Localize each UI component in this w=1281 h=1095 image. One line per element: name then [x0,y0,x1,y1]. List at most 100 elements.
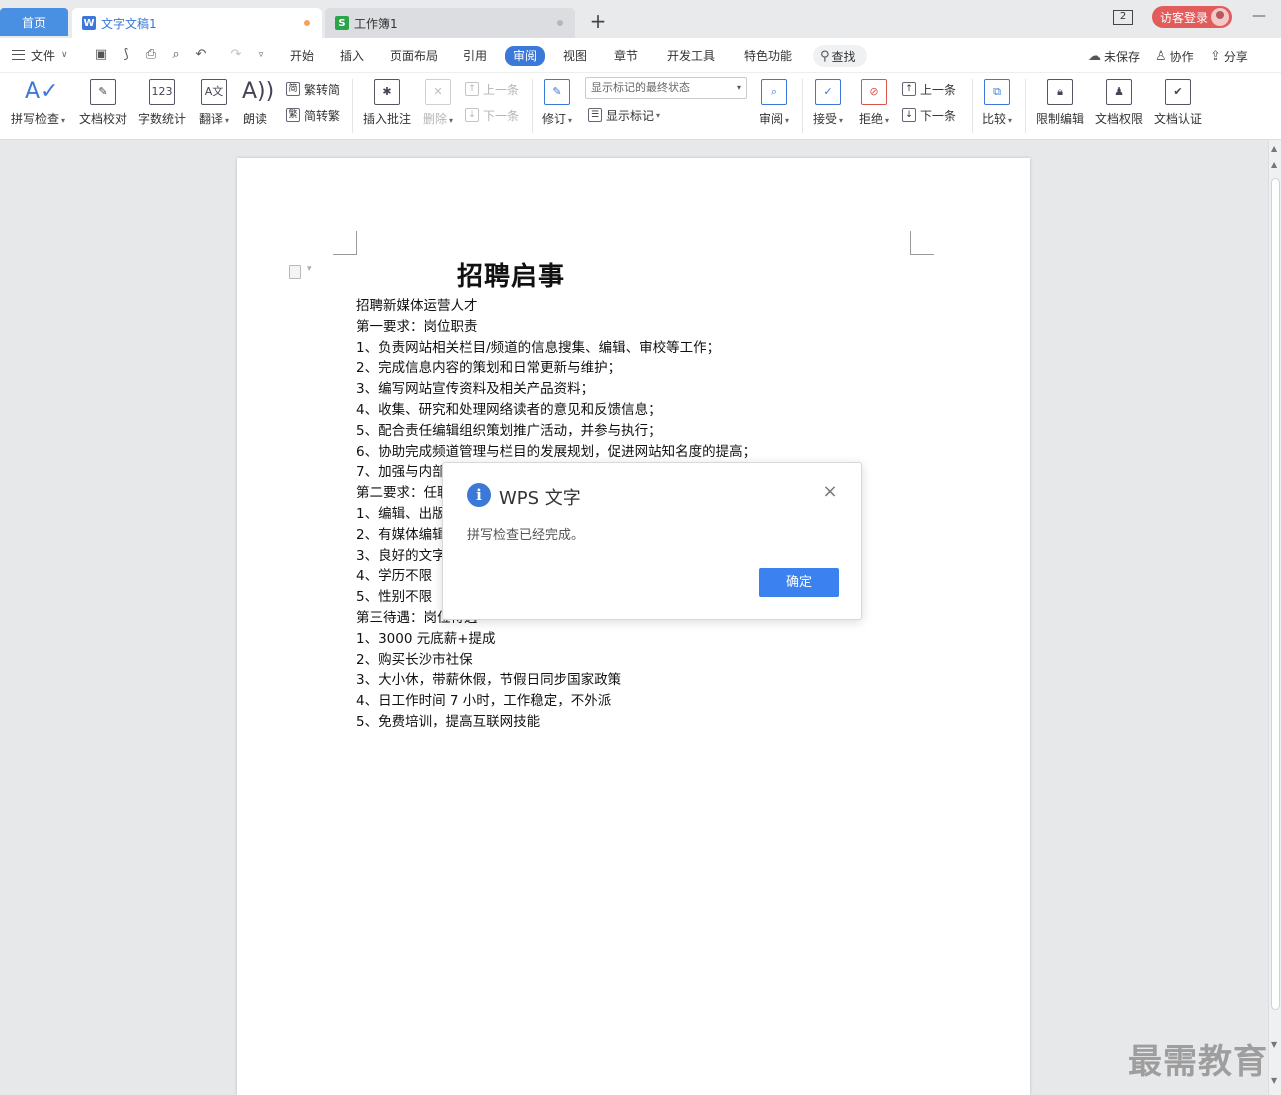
menu-section[interactable]: 章节 [614,47,638,65]
ok-button[interactable]: 确定 [759,568,839,597]
menu-references[interactable]: 引用 [463,47,487,65]
accept-change-button[interactable]: ✓ 接受 ▾ [808,79,848,131]
show-markup-button[interactable]: ☰ 显示标记 ▾ [588,106,660,124]
dropdown-caret-icon: ▾ [568,116,573,125]
minimize-window-icon[interactable]: — [1252,8,1266,24]
prev-change-button[interactable]: ↑ 上一条 [902,80,956,98]
simp-to-trad-button[interactable]: 繁 简转繁 [286,106,340,124]
menu-start[interactable]: 开始 [290,47,314,65]
translate-button[interactable]: A文 翻译 ▾ [194,79,234,131]
next-comment-label: 下一条 [483,108,520,123]
restrict-editing-label: 限制编辑 [1035,112,1084,126]
dropdown-caret-icon: ▾ [449,116,454,125]
guest-login-label: 访客登录 [1160,10,1209,25]
accept-change-label: 接受 [812,112,837,126]
menu-view[interactable]: 视图 [563,47,587,65]
tab-document-1-label: 文字文稿1 [101,16,157,31]
read-aloud-icon: A)) [242,79,275,105]
save-icon[interactable]: ▣ [93,48,109,62]
document-line: 5、免费培训，提高互联网技能 [356,713,541,730]
format-painter-icon[interactable]: ⟆ [118,48,134,62]
markup-state-select[interactable]: 显示标记的最终状态 ▾ [585,77,747,99]
unsaved-dot-icon[interactable] [304,20,310,26]
ribbon-divider [802,79,803,133]
search-label: 查找 [831,49,856,64]
window-count-icon[interactable]: 2 [1113,10,1133,25]
menu-insert[interactable]: 插入 [340,47,364,65]
print-preview-icon[interactable]: ⌕ [168,48,184,62]
avatar-icon [1211,8,1229,26]
delete-comment-button[interactable]: ✕ 删除 ▾ [420,79,456,131]
menu-page-layout[interactable]: 页面布局 [390,47,438,65]
tab-document-1[interactable]: W 文字文稿1 [72,8,322,38]
spellcheck-button[interactable]: A✓ 拼写检查 ▾ [8,79,68,131]
compare-icon: ⧉ [984,79,1010,105]
prev-comment-icon: ↑ [465,82,479,96]
doc-certification-button[interactable]: ✔ 文档认证 [1151,79,1205,131]
menu-review[interactable]: 审阅 [505,46,546,66]
spellcheck-complete-dialog: i WPS 文字 × 拼写检查已经完成。 确定 [442,462,862,620]
redo-icon[interactable]: ↷ [228,48,244,62]
next-change-label: 下一条 [920,108,957,123]
file-menu-button[interactable]: 文件 ∨ [12,46,68,64]
word-count-label: 字数统计 [137,112,186,126]
next-change-button[interactable]: ↓ 下一条 [902,106,956,124]
restrict-editing-button[interactable]: 🔒︎ 限制编辑 [1032,79,1088,131]
close-tab-dot-icon[interactable] [557,20,563,26]
guest-login-button[interactable]: 访客登录 [1152,6,1232,28]
watermark-logo: 最需教育 [1128,1042,1268,1082]
prev-comment-button[interactable]: ↑ 上一条 [465,80,519,98]
search-icon: ⚲ [820,48,830,64]
document-title[interactable]: 招聘启事 [457,256,565,293]
document-line: 3、编写网站宣传资料及相关产品资料； [356,381,595,398]
collaborate-button[interactable]: ♙ 协作 [1155,47,1194,65]
tab-workbook-1[interactable]: S 工作簿1 [325,8,575,38]
new-tab-button[interactable]: + [588,10,608,34]
paragraph-handle-icon[interactable] [289,264,312,279]
scroll-down-arrow-icon[interactable]: ▼ [1271,1040,1277,1049]
translate-icon: A文 [201,79,227,105]
insert-comment-icon: ✱ [374,79,400,105]
scroll-up-arrow-icon[interactable]: ▲ [1271,144,1277,153]
document-line: 第一要求：岗位职责 [356,318,478,335]
compare-button[interactable]: ⧉ 比较 ▾ [978,79,1016,131]
menu-developer[interactable]: 开发工具 [667,47,715,65]
unsaved-label: 未保存 [1104,49,1141,64]
read-aloud-label: 朗读 [242,112,267,126]
menu-bar: 文件 ∨ ▣ ⟆ ⎙ ⌕ ↶ ↷ ▿ 开始 插入 页面布局 引用 审阅 视图 章… [0,38,1281,73]
delete-comment-label: 删除 [422,112,447,126]
share-label: 分享 [1223,49,1248,64]
scroll-up-arrow-icon[interactable]: ▲ [1271,160,1277,169]
doc-permission-label: 文档权限 [1094,112,1143,126]
compare-label: 比较 [981,112,1006,126]
user-icon: ♙ [1155,48,1167,64]
unsaved-status-button[interactable]: ☁ 未保存 [1088,47,1140,65]
document-line: 2、购买长沙市社保 [356,651,473,668]
writer-app-icon: W [82,16,96,30]
vertical-scrollbar[interactable]: ▲ ▲ ▼ ▼ [1268,140,1281,1095]
document-line: 2、完成信息内容的策划和日常更新与维护； [356,360,622,377]
scrollbar-thumb[interactable] [1271,178,1280,1010]
share-button[interactable]: ⇪ 分享 [1210,47,1248,65]
undo-icon[interactable]: ↶ [193,48,209,62]
track-changes-icon: ✎ [544,79,570,105]
doc-permission-button[interactable]: ♟ 文档权限 [1092,79,1146,131]
reject-change-button[interactable]: ⊘ 拒绝 ▾ [854,79,894,131]
proofread-button[interactable]: ✎ 文档校对 [76,79,130,131]
menu-special-features[interactable]: 特色功能 [744,47,792,65]
trad-to-simp-button[interactable]: 简 繁转简 [286,80,340,98]
next-comment-button[interactable]: ↓ 下一条 [465,106,519,124]
search-button[interactable]: ⚲ 查找 [813,45,867,67]
close-icon[interactable]: × [821,483,839,501]
track-changes-button[interactable]: ✎ 修订 ▾ [538,79,576,131]
review-pane-button[interactable]: ⌕ 审阅 ▾ [754,79,794,131]
print-icon[interactable]: ⎙ [143,48,159,62]
document-line: 5、配合责任编辑组织策划推广活动，并参与执行； [356,422,662,439]
customize-toolbar-icon[interactable]: ▿ [253,48,269,62]
word-count-button[interactable]: 123 字数统计 [136,79,188,131]
dialog-title: WPS 文字 [499,488,581,509]
read-aloud-button[interactable]: A)) 朗读 [238,79,275,131]
tab-home[interactable]: 首页 [0,8,68,36]
insert-comment-button[interactable]: ✱ 插入批注 [360,79,414,131]
scroll-down-arrow-icon[interactable]: ▼ [1271,1076,1277,1085]
